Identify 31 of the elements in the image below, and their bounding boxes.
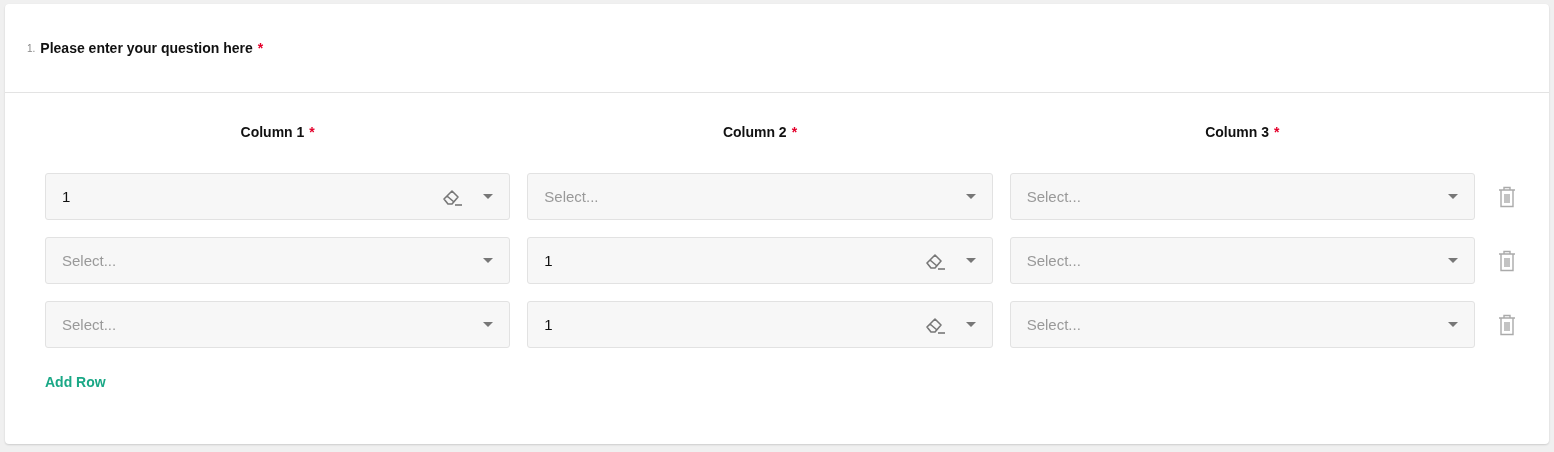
trash-icon[interactable]: [1498, 249, 1516, 272]
required-asterisk: *: [791, 124, 798, 142]
caret-icon[interactable]: [965, 194, 976, 199]
column-header: Column 3: [1205, 124, 1269, 142]
column-header: Column 1: [240, 124, 305, 142]
required-asterisk: *: [309, 124, 315, 142]
select-field[interactable]: Select...: [1009, 237, 1475, 284]
trash-icon[interactable]: [1498, 185, 1516, 208]
question-text: Please enter your question here: [40, 40, 253, 56]
caret-icon[interactable]: [483, 322, 494, 327]
caret-icon[interactable]: [965, 322, 976, 327]
select-field[interactable]: 1: [527, 237, 993, 284]
select-field[interactable]: Select...: [527, 173, 993, 220]
select-field[interactable]: Select...: [1009, 301, 1475, 348]
required-asterisk: *: [257, 40, 264, 56]
required-asterisk: *: [1274, 124, 1280, 142]
caret-icon[interactable]: [1448, 194, 1458, 199]
select-field[interactable]: Select...: [1009, 173, 1475, 220]
caret-icon[interactable]: [965, 258, 976, 263]
caret-icon[interactable]: [1448, 322, 1458, 327]
select-field[interactable]: 1: [45, 173, 511, 220]
column-header: Column 2: [722, 124, 787, 142]
caret-icon[interactable]: [483, 258, 494, 263]
add-row-link[interactable]: Add Row: [45, 374, 106, 390]
caret-icon[interactable]: [483, 194, 494, 199]
select-field[interactable]: Select...: [45, 301, 511, 348]
select-field[interactable]: Select...: [45, 237, 511, 284]
question-number: 1.: [27, 42, 36, 54]
select-field[interactable]: 1: [527, 301, 993, 348]
caret-icon[interactable]: [1448, 258, 1458, 263]
trash-icon[interactable]: [1498, 313, 1516, 336]
